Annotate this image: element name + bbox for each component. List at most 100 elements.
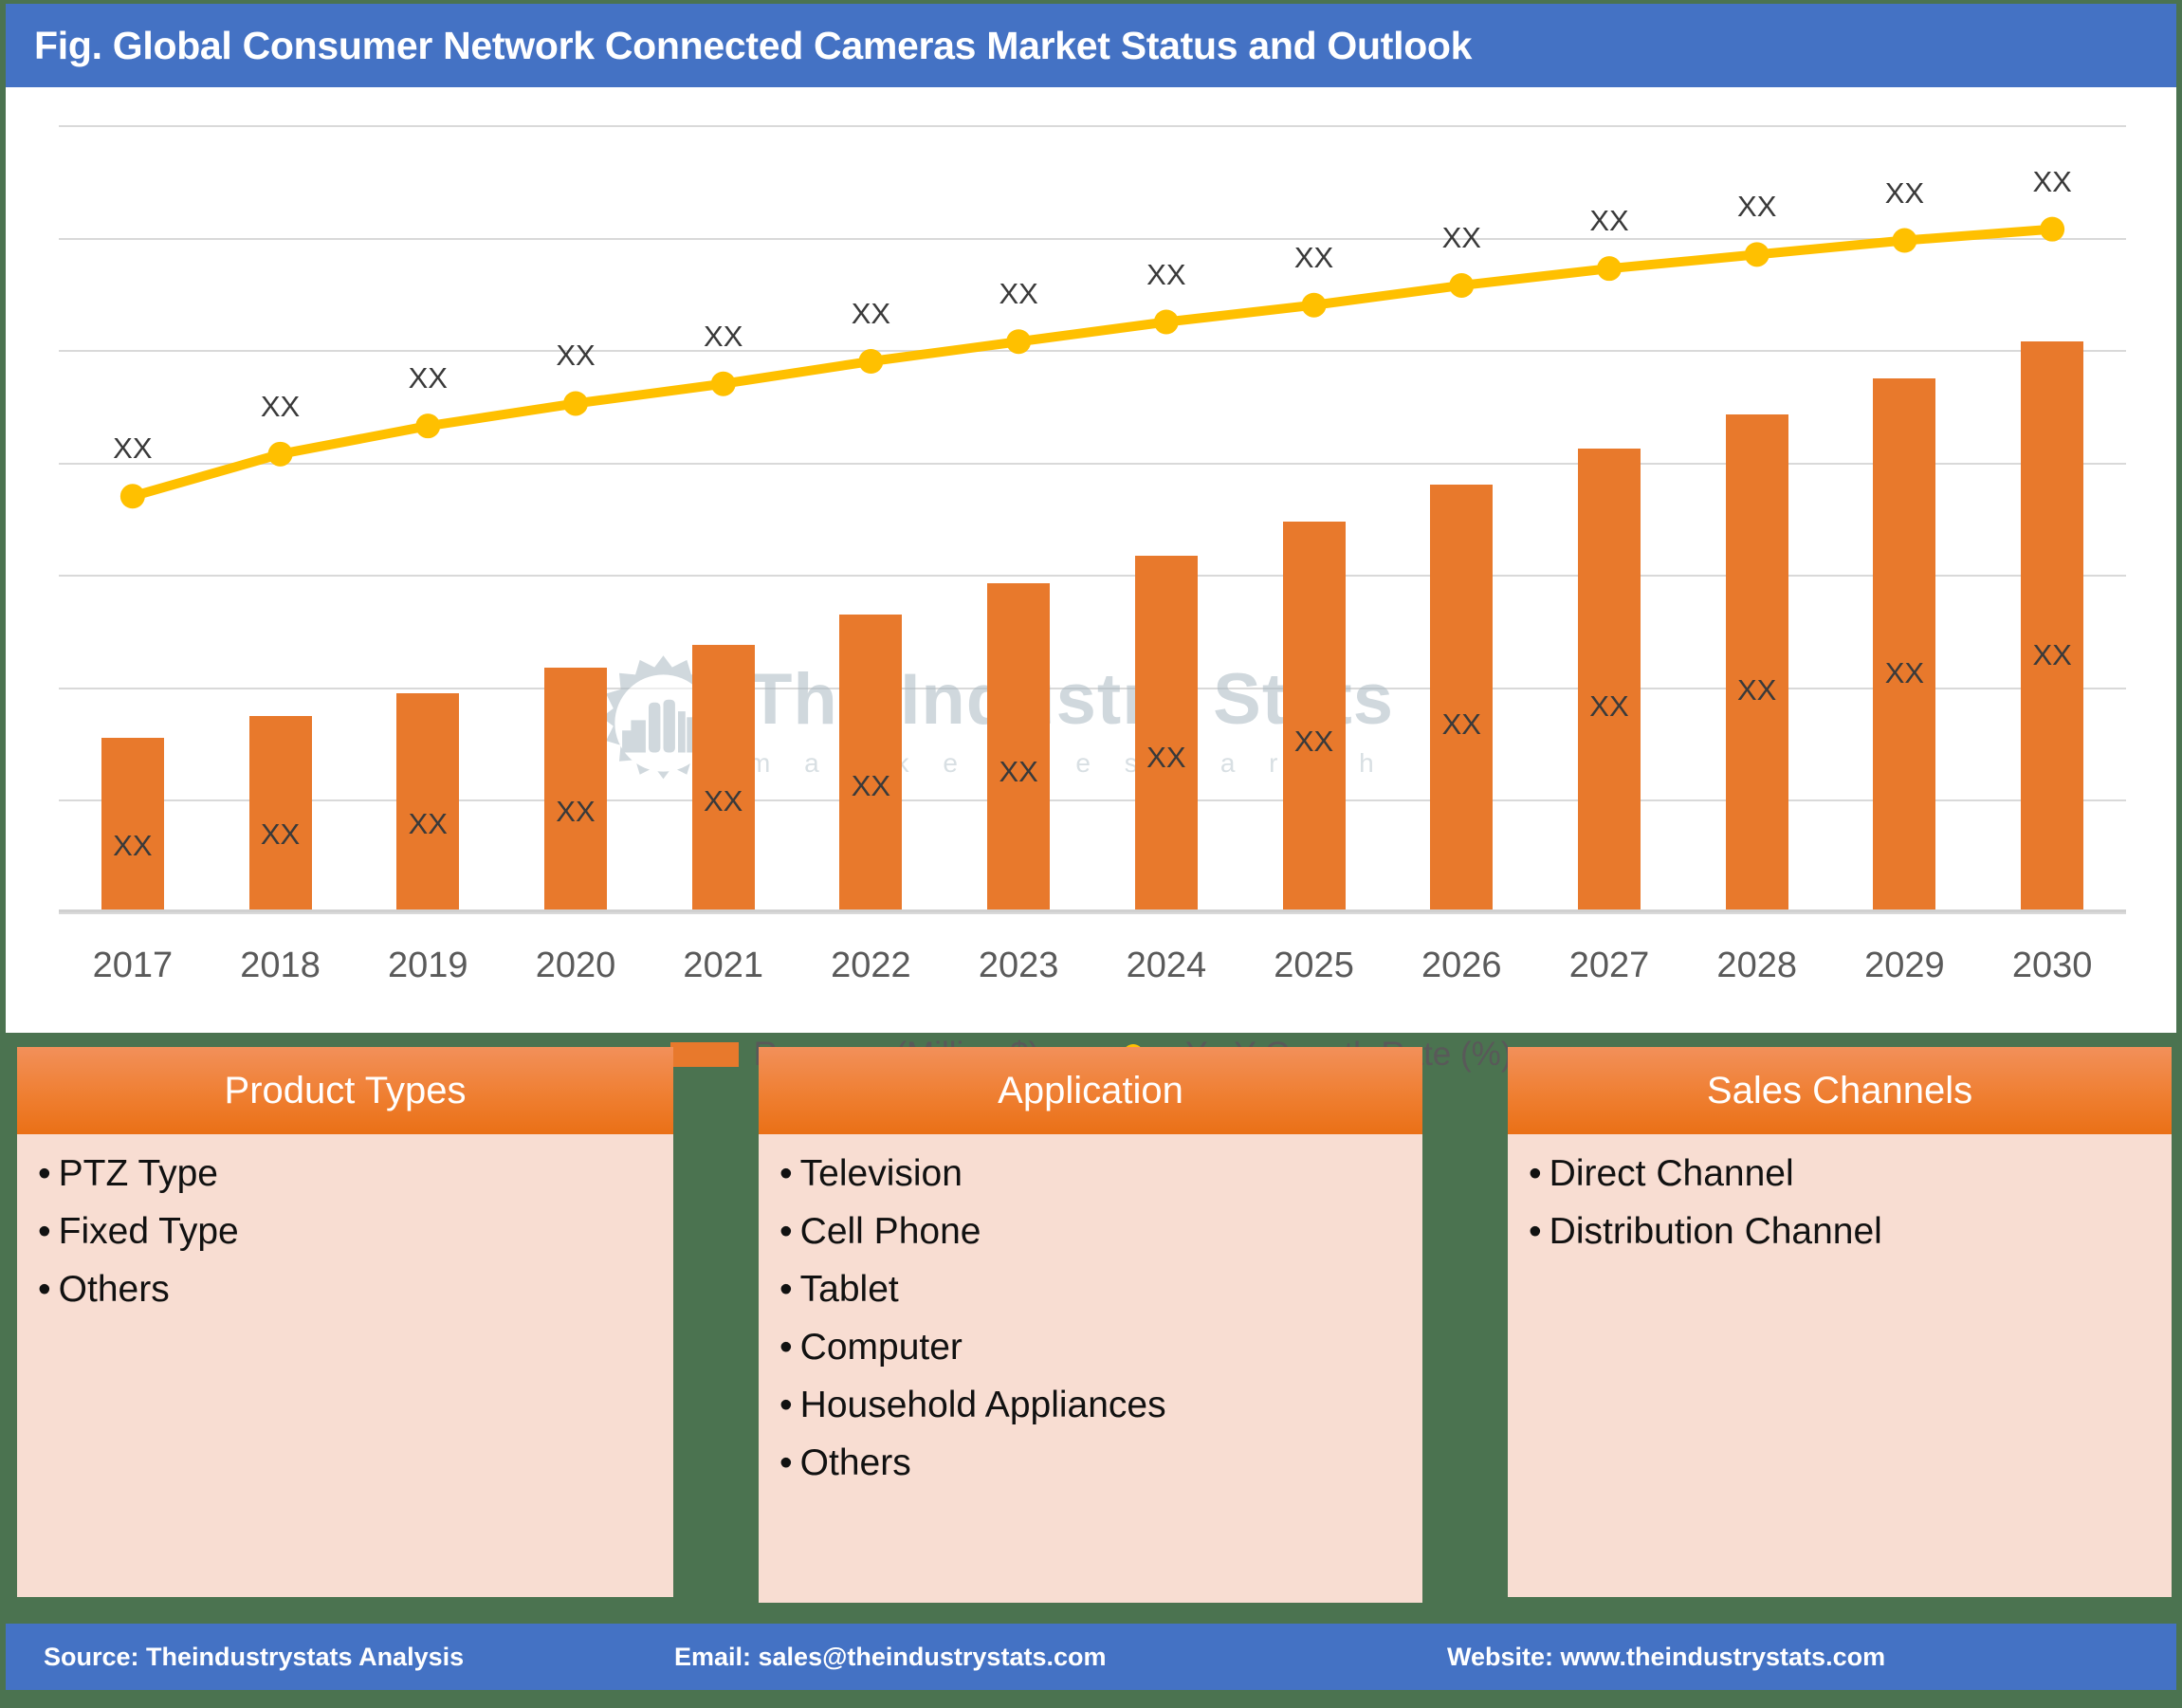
line-data-label: XX [1293, 240, 1334, 274]
line-marker[interactable] [2040, 216, 2065, 242]
bullet-icon: • [779, 1153, 793, 1194]
line-data-label: XX [851, 297, 891, 330]
chart-plot-area: The Industry Stats m a r k e t r e s e a… [59, 125, 2126, 914]
x-axis-tick: 2021 [683, 946, 763, 985]
panel-title: Product Types [224, 1069, 467, 1111]
line-data-label: XX [1441, 220, 1481, 254]
line-marker[interactable] [858, 349, 884, 374]
line-marker[interactable] [1153, 309, 1179, 335]
line-marker[interactable] [1449, 272, 1475, 298]
bullet-icon: • [779, 1442, 793, 1483]
list-item[interactable]: • Fixed Type [38, 1213, 673, 1250]
line-marker[interactable] [1301, 292, 1327, 318]
x-axis-line [59, 909, 2126, 912]
line-marker[interactable] [563, 391, 588, 416]
panel-sales-channels: Sales Channels • Direct Channel • Distributi… [1508, 1047, 2172, 1597]
x-axis-tick: 2018 [240, 946, 321, 985]
line-data-label: XX [113, 432, 153, 466]
footer-email: Email: sales@theindustrystats.com [674, 1642, 1107, 1671]
list-item[interactable]: • Computer [779, 1329, 1422, 1366]
footer-bar: Source: Theindustrystats Analysis Email:… [6, 1624, 2176, 1690]
infographic-page: Fig. Global Consumer Network Connected C… [0, 0, 2182, 1708]
list-item[interactable]: • Others [38, 1271, 673, 1308]
list-item[interactable]: • Tablet [779, 1271, 1422, 1308]
line-data-label: XX [2032, 164, 2072, 198]
list-item-label: Others [799, 1442, 911, 1483]
list-item-label: Household Appliances [799, 1385, 1166, 1425]
list-item-label: Direct Channel [1549, 1153, 1794, 1194]
list-item-label: Computer [799, 1327, 963, 1368]
panel-header: Application [759, 1047, 1422, 1134]
panel-application: Application • Television • Cell Phone • Tablet… [759, 1047, 1422, 1603]
x-axis-tick: 2029 [1864, 946, 1945, 985]
bullet-icon: • [779, 1327, 793, 1368]
bullet-icon: • [1529, 1211, 1542, 1252]
line-data-label: XX [556, 339, 596, 373]
panel-body: • PTZ Type • Fixed Type • Others [17, 1134, 673, 1597]
x-axis-tick: 2030 [2011, 946, 2093, 985]
panel-body: • Direct Channel • Distribution Channel [1508, 1134, 2172, 1597]
panel-product-types: Product Types • PTZ Type • Fixed Type • Others [17, 1047, 673, 1597]
bullet-icon: • [779, 1269, 793, 1310]
line-marker[interactable] [1744, 242, 1769, 267]
bullet-icon: • [1529, 1153, 1542, 1194]
bullet-icon: • [779, 1385, 793, 1425]
bullet-icon: • [38, 1211, 51, 1252]
category-panels: Product Types • PTZ Type • Fixed Type • Others… [0, 1047, 2182, 1616]
list-item[interactable]: • Others [779, 1444, 1422, 1481]
panel-header: Sales Channels [1508, 1047, 2172, 1134]
list-item-label: Cell Phone [799, 1211, 981, 1252]
list-item[interactable]: • Distribution Channel [1529, 1213, 2172, 1250]
panel-title: Sales Channels [1706, 1069, 1973, 1111]
list-item-label: Fixed Type [58, 1211, 239, 1252]
x-axis-tick: 2028 [1716, 946, 1797, 985]
x-axis-labels: 2017 2018 2019 2020 2021 2022 2023 2024 2025 2026… [59, 946, 2126, 1002]
line-data-label: XX [999, 277, 1038, 311]
list-item[interactable]: • Television [779, 1155, 1422, 1192]
line-marker[interactable] [119, 484, 145, 509]
footer-website: Website: www.theindustrystats.com [1447, 1642, 1886, 1671]
x-axis-tick: 2024 [1126, 946, 1207, 985]
panel-title: Application [998, 1069, 1183, 1111]
list-item-label: Tablet [799, 1269, 899, 1310]
x-axis-tick: 2027 [1568, 946, 1650, 985]
line-marker[interactable] [1006, 329, 1032, 355]
x-axis-tick: 2019 [388, 946, 468, 985]
x-axis-tick: 2020 [535, 946, 616, 985]
line-marker[interactable] [415, 413, 441, 439]
x-axis-tick: 2022 [831, 946, 911, 985]
list-item[interactable]: • Cell Phone [779, 1213, 1422, 1250]
line-data-label: XX [1884, 175, 1925, 210]
list-item-label: Distribution Channel [1549, 1211, 1882, 1252]
list-item[interactable]: • Direct Channel [1529, 1155, 2172, 1192]
x-axis-tick: 2025 [1274, 946, 1354, 985]
x-axis-tick: 2023 [978, 946, 1059, 985]
line-marker[interactable] [1892, 228, 1917, 253]
x-axis-tick: 2026 [1421, 946, 1502, 985]
panel-body: • Television • Cell Phone • Tablet • Computer • H… [759, 1134, 1422, 1603]
line-data-label: XX [260, 389, 301, 423]
list-item-label: Television [799, 1153, 963, 1194]
line-data-label: XX [704, 319, 743, 353]
line-marker[interactable] [267, 441, 293, 467]
panel-header: Product Types [17, 1047, 673, 1134]
line-series [119, 216, 2065, 509]
list-item[interactable]: • PTZ Type [38, 1155, 673, 1192]
line-data-label: XX [1589, 204, 1629, 238]
list-item[interactable]: • Household Appliances [779, 1387, 1422, 1423]
footer-source: Source: Theindustrystats Analysis [44, 1642, 465, 1671]
bullet-icon: • [779, 1211, 793, 1252]
line-marker[interactable] [710, 371, 736, 396]
line-data-label: XX [408, 361, 448, 395]
line-data-label: XX [1737, 190, 1777, 224]
bullet-icon: • [38, 1153, 51, 1194]
line-data-label: XX [1146, 257, 1186, 291]
page-title: Fig. Global Consumer Network Connected C… [34, 23, 1473, 67]
list-item-label: Others [58, 1269, 170, 1310]
gridline [59, 912, 2126, 914]
chart-card: The Industry Stats m a r k e t r e s e a… [6, 87, 2176, 1073]
list-item-label: PTZ Type [58, 1153, 218, 1194]
line-marker[interactable] [1597, 256, 1622, 282]
x-axis-tick: 2017 [92, 946, 174, 985]
title-bar: Fig. Global Consumer Network Connected C… [6, 4, 2176, 87]
